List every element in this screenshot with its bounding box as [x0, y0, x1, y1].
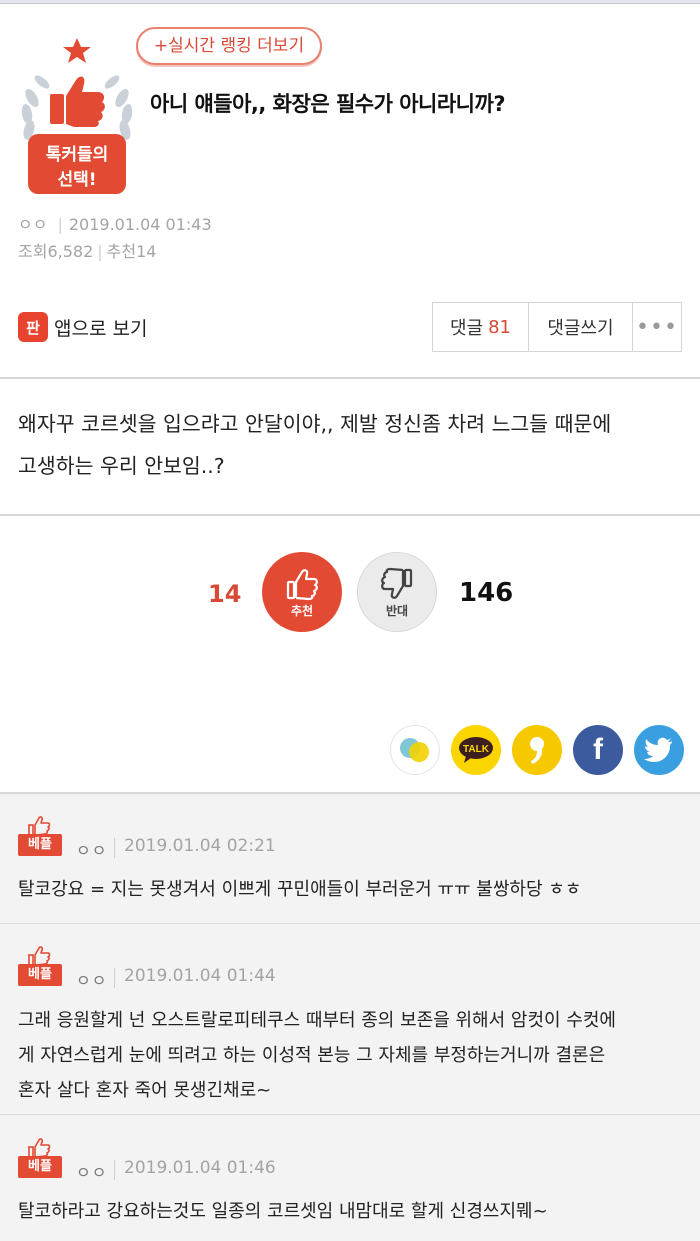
views-label: 조회 — [18, 242, 48, 261]
talker-choice-badge: 톡커들의 선택! — [18, 38, 136, 198]
post-body-line: 왜자꾸 코르셋을 입으랴고 안달이야,, 제발 정신좀 차려 느그들 때문에 — [18, 412, 612, 436]
kakaostory-chat-icon — [400, 738, 429, 762]
recommend-count: 14 — [136, 242, 157, 261]
comment-item: 베플 ㅇㅇ 2019.01.04 02:21 탈코강요 = 지는 못생겨서 이쁘… — [0, 794, 700, 924]
downvote-label: 반대 — [385, 603, 409, 618]
downvote-count: 146 — [459, 578, 514, 608]
realtime-ranking-link[interactable]: +실시간 랭킹 더보기 — [136, 27, 322, 65]
post-meta-stats: 조회6,582 | 추천14 — [18, 242, 157, 261]
svg-text:TALK: TALK — [463, 744, 490, 755]
upvote-label: 추천 — [290, 603, 314, 618]
post-datetime: 2019.01.04 01:43 — [68, 215, 212, 234]
write-comment-button[interactable]: 댓글쓰기 — [529, 303, 633, 351]
comment-text-line: 그래 응원할게 넌 오스트랄로피테쿠스 때부터 종의 보존을 위해서 암컷이 수… — [18, 1010, 616, 1031]
thumbs-down-icon — [381, 567, 413, 599]
thumbs-up-icon — [286, 568, 318, 600]
views-count: 6,582 — [47, 242, 94, 261]
comment-datetime: 2019.01.04 02:21 — [124, 836, 276, 856]
comment-text-line: 탈코하라고 강요하는것도 일종의 코르셋임 내맘대로 할게 신경쓰지뭬~ — [18, 1201, 548, 1222]
recommend-label: 추천 — [106, 242, 137, 261]
post-meta-author-date: ㅇㅇ | 2019.01.04 01:43 — [18, 215, 212, 234]
share-kakaostory-chat-button[interactable] — [390, 725, 440, 775]
divider — [114, 1160, 115, 1180]
best-reply-tag: 베플 — [18, 834, 62, 856]
open-in-app-button[interactable]: 판 앱으로 보기 — [18, 312, 147, 342]
divider — [0, 514, 700, 516]
divider — [114, 838, 115, 858]
comments-count: 81 — [488, 316, 512, 338]
downvote-button[interactable]: 반대 — [357, 552, 437, 632]
share-kakaostory-button[interactable] — [512, 725, 562, 775]
comment-text: 그래 응원할게 넌 오스트랄로피테쿠스 때부터 종의 보존을 위해서 암컷이 수… — [18, 1003, 686, 1108]
more-options-button[interactable]: ••• — [633, 303, 681, 351]
comment-text-line: 게 자연스럽게 눈에 띄려고 하는 이성적 본능 그 자체를 부정하는거니까 결… — [18, 1045, 606, 1066]
divider — [0, 377, 700, 379]
best-reply-badge: 베플 — [18, 946, 64, 986]
comment-author: ㅇㅇ — [76, 841, 108, 860]
comment-text: 탈코강요 = 지는 못생겨서 이쁘게 꾸민애들이 부러운거 ㅠㅠ 불쌍하당 ㅎㅎ — [18, 872, 686, 907]
best-comments-section: 베플 ㅇㅇ 2019.01.04 02:21 탈코강요 = 지는 못생겨서 이쁘… — [0, 792, 700, 1241]
app-view-label: 앱으로 보기 — [54, 317, 148, 340]
twitter-icon — [644, 737, 672, 762]
comment-author: ㅇㅇ — [76, 1163, 108, 1182]
upvote-count: 14 — [208, 580, 242, 608]
top-border — [0, 0, 700, 4]
thumbs-up-icon — [28, 1138, 51, 1158]
thumbs-up-icon — [28, 946, 51, 966]
best-reply-badge: 베플 — [18, 1138, 64, 1178]
comment-text: 탈코하라고 강요하는것도 일종의 코르셋임 내맘대로 할게 신경쓰지뭬~ — [18, 1194, 686, 1229]
comment-datetime: 2019.01.04 01:44 — [124, 966, 276, 986]
post-action-group: 댓글 81 댓글쓰기 ••• — [432, 302, 682, 352]
comment-item: 베플 ㅇㅇ 2019.01.04 01:46 탈코하라고 강요하는것도 일종의 … — [0, 1116, 700, 1241]
divider — [114, 968, 115, 988]
best-reply-tag: 베플 — [18, 964, 62, 986]
upvote-button[interactable]: 추천 — [262, 552, 342, 632]
comments-label: 댓글 — [449, 318, 484, 339]
kakaostory-icon — [530, 737, 544, 764]
pann-app-icon: 판 — [18, 312, 48, 342]
comments-button[interactable]: 댓글 81 — [433, 303, 529, 351]
post-body-line: 고생하는 우리 안보임..? — [18, 454, 225, 478]
best-reply-tag: 베플 — [18, 1156, 62, 1178]
best-reply-badge: 베플 — [18, 816, 64, 856]
svg-text:선택!: 선택! — [57, 170, 96, 190]
comment-text-line: 탈코강요 = 지는 못생겨서 이쁘게 꾸민애들이 부러운거 ㅠㅠ 불쌍하당 ㅎㅎ — [18, 879, 582, 900]
comment-datetime: 2019.01.04 01:46 — [124, 1158, 276, 1178]
svg-text:톡커들의: 톡커들의 — [46, 145, 109, 165]
comment-item: 베플 ㅇㅇ 2019.01.04 01:44 그래 응원할게 넌 오스트랄로피테… — [0, 925, 700, 1115]
share-twitter-button[interactable] — [634, 725, 684, 775]
kakaotalk-icon: TALK — [459, 737, 493, 763]
thumbs-up-icon — [28, 816, 51, 836]
author-name: ㅇㅇ — [18, 215, 48, 234]
post-body: 왜자꾸 코르셋을 입으랴고 안달이야,, 제발 정신좀 차려 느그들 때문에 고… — [18, 403, 688, 487]
facebook-icon: f — [593, 733, 603, 766]
comment-text-line: 혼자 살다 혼자 죽어 못생긴채로~ — [18, 1080, 272, 1101]
share-facebook-button[interactable]: f — [573, 725, 623, 775]
post-title: 아니 얘들아,, 화장은 필수가 아니라니까? — [150, 92, 506, 116]
comment-author: ㅇㅇ — [76, 971, 108, 990]
share-kakaotalk-button[interactable]: TALK — [451, 725, 501, 775]
